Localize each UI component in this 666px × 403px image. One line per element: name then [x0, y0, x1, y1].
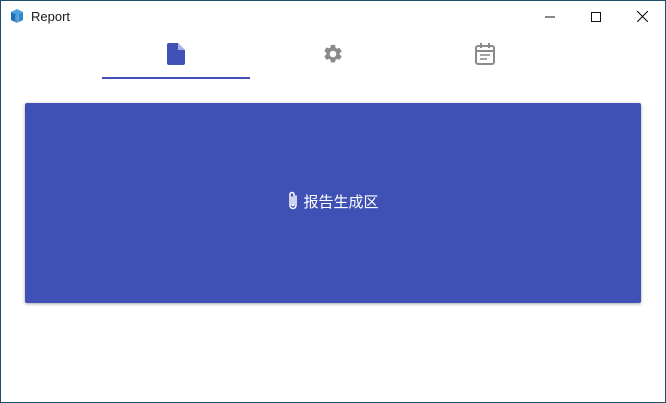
panel-label: 报告生成区: [303, 194, 379, 211]
panel-content: 报告生成区: [287, 190, 379, 217]
app-cube-icon: [10, 9, 24, 23]
tab-settings[interactable]: [259, 32, 407, 80]
active-tab-indicator: [102, 77, 250, 79]
tab-schedule[interactable]: [411, 32, 559, 80]
report-generation-area[interactable]: 报告生成区: [25, 103, 641, 303]
minimize-icon: [545, 12, 555, 22]
minimize-button[interactable]: [527, 1, 573, 32]
calendar-list-icon: [475, 42, 495, 70]
report-window: Report 报告生成区: [0, 0, 666, 403]
window-title: Report: [31, 9, 71, 24]
tab-report[interactable]: [102, 32, 250, 80]
document-icon: [167, 42, 185, 70]
close-icon: [636, 11, 648, 22]
maximize-button[interactable]: [573, 1, 619, 32]
maximize-icon: [591, 11, 601, 22]
close-button[interactable]: [619, 1, 665, 32]
gear-icon: [322, 43, 344, 70]
title-bar[interactable]: Report: [1, 1, 665, 32]
tab-bar: [1, 32, 665, 80]
paperclip-icon: [287, 190, 299, 217]
